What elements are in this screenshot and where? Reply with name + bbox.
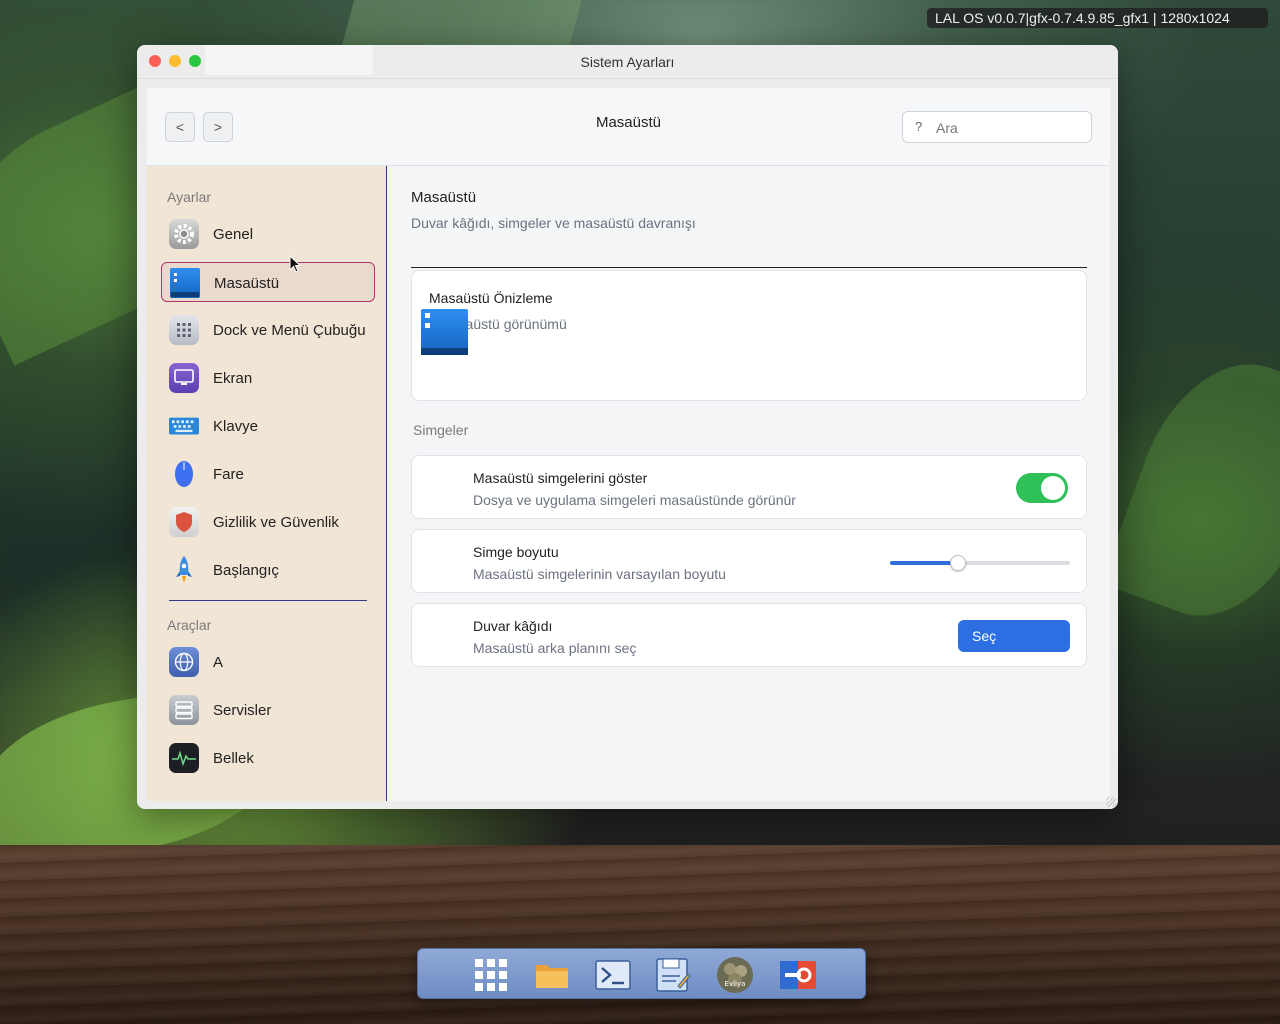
desktop-icon bbox=[170, 268, 200, 298]
evliya-label: Evliya bbox=[724, 980, 746, 988]
toggle-knob bbox=[1041, 476, 1065, 500]
sidebar-divider bbox=[169, 600, 367, 601]
preview-taskbar bbox=[421, 348, 468, 355]
section-title: Masaüstü bbox=[411, 189, 477, 206]
dock-icon bbox=[169, 315, 199, 345]
sidebar-item-mouse[interactable]: Fare bbox=[161, 454, 375, 494]
activity-icon bbox=[169, 743, 199, 773]
sidebar-section-tools: Araçlar bbox=[167, 617, 212, 633]
sidebar-item-keyboard[interactable]: Klavye bbox=[161, 406, 375, 446]
gear-icon bbox=[169, 219, 199, 249]
sidebar-item-label: Klavye bbox=[213, 418, 259, 435]
preview-title: Masaüstü Önizleme bbox=[429, 290, 553, 306]
settings-window: Sistem Ayarları < > Masaüstü ? Ara Ayarl… bbox=[137, 45, 1118, 809]
section-divider bbox=[411, 267, 1087, 268]
sidebar-item-privacy-security[interactable]: Gizlilik ve Güvenlik bbox=[161, 502, 375, 542]
select-wallpaper-button[interactable]: Seç bbox=[958, 620, 1070, 652]
folder-icon[interactable] bbox=[533, 956, 571, 994]
mouse-icon bbox=[169, 459, 199, 489]
sidebar-item-a[interactable]: A bbox=[161, 642, 375, 682]
sidebar-item-label: Fare bbox=[213, 466, 244, 483]
window-titlebar[interactable]: Sistem Ayarları bbox=[137, 45, 1118, 79]
evliya-icon[interactable]: Evliya bbox=[716, 956, 754, 994]
server-icon bbox=[169, 695, 199, 725]
group-label-icons: Simgeler bbox=[413, 422, 469, 438]
search-input[interactable]: ? Ara bbox=[902, 111, 1092, 143]
window-title: Sistem Ayarları bbox=[580, 54, 675, 70]
sidebar-item-label: Genel bbox=[213, 226, 254, 243]
search-icon: ? bbox=[915, 119, 923, 134]
sidebar-item-label: Masaüstü bbox=[214, 275, 280, 292]
sidebar-item-display[interactable]: Ekran bbox=[161, 358, 375, 398]
icon-size-slider[interactable] bbox=[890, 555, 1070, 571]
wallpaper-leaf bbox=[1100, 338, 1280, 642]
sidebar-item-desktop[interactable]: Masaüstü bbox=[161, 262, 375, 302]
dock: Evliya bbox=[417, 948, 866, 999]
setting-row-wallpaper: Duvar kâğıdı Masaüstü arka planını seç S… bbox=[411, 603, 1087, 667]
setting-row-icon-size: Simge boyutu Masaüstü simgelerinin varsa… bbox=[411, 529, 1087, 593]
sidebar-item-startup[interactable]: Başlangıç bbox=[161, 550, 375, 590]
toolbar: < > Masaüstü ? Ara bbox=[147, 88, 1110, 166]
setting-row-show-icons: Masaüstü simgelerini göster Dosya ve uyg… bbox=[411, 455, 1087, 519]
setting-description: Masaüstü simgelerinin varsayılan boyutu bbox=[473, 566, 726, 582]
setting-title: Simge boyutu bbox=[473, 544, 559, 560]
sidebar-item-label: Gizlilik ve Güvenlik bbox=[213, 514, 339, 531]
terminal-icon[interactable] bbox=[594, 956, 632, 994]
main-panel: Masaüstü Duvar kâğıdı, simgeler ve masaü… bbox=[411, 166, 1087, 801]
section-subtitle: Duvar kâğıdı, simgeler ve masaüstü davra… bbox=[411, 215, 696, 231]
shield-icon bbox=[169, 507, 199, 537]
sidebar: Ayarlar Genel Masaüstü Dock ve Menü Çubu… bbox=[147, 166, 387, 801]
window-content: < > Masaüstü ? Ara Ayarlar Genel Masaüst… bbox=[147, 88, 1110, 801]
setting-title: Masaüstü simgelerini göster bbox=[473, 470, 648, 486]
sidebar-item-dock-menubar[interactable]: Dock ve Menü Çubuğu bbox=[161, 310, 375, 350]
slider-handle[interactable] bbox=[950, 555, 967, 571]
sidebar-item-label: Bellek bbox=[213, 750, 254, 767]
desktop-preview-thumbnail bbox=[421, 309, 468, 355]
sidebar-item-memory[interactable]: Bellek bbox=[161, 738, 375, 778]
show-icons-toggle[interactable] bbox=[1016, 473, 1068, 503]
text-editor-icon[interactable] bbox=[654, 956, 692, 994]
setting-description: Masaüstü arka planını seç bbox=[473, 640, 637, 656]
sidebar-item-services[interactable]: Servisler bbox=[161, 690, 375, 730]
sidebar-item-label: A bbox=[213, 654, 224, 671]
desktop-preview-card: Masaüstü Önizleme li masaüstü görünümü bbox=[411, 270, 1087, 401]
sidebar-item-label: Dock ve Menü Çubuğu bbox=[213, 322, 366, 339]
rocket-icon bbox=[169, 555, 199, 585]
setting-title: Duvar kâğıdı bbox=[473, 618, 553, 634]
monitor-icon bbox=[169, 363, 199, 393]
app-grid-icon[interactable] bbox=[472, 956, 510, 994]
sidebar-item-general[interactable]: Genel bbox=[161, 214, 375, 254]
globe-icon bbox=[169, 647, 199, 677]
slider-fill bbox=[890, 561, 959, 565]
sidebar-item-label: Başlangıç bbox=[213, 562, 279, 579]
sidebar-item-label: Servisler bbox=[213, 702, 272, 719]
mouse-cursor-icon bbox=[289, 255, 302, 273]
setting-description: Dosya ve uygulama simgeleri masaüstünde … bbox=[473, 492, 796, 508]
preview-icon-dot bbox=[425, 323, 430, 328]
resize-grip[interactable] bbox=[1106, 797, 1116, 807]
settings-tools-icon[interactable] bbox=[779, 956, 817, 994]
keyboard-icon bbox=[169, 411, 199, 441]
search-placeholder: Ara bbox=[936, 120, 958, 136]
preview-icon-dot bbox=[425, 313, 430, 318]
sidebar-section-settings: Ayarlar bbox=[167, 189, 212, 205]
system-info-label: LAL OS v0.0.7|gfx-0.7.4.9.85_gfx1 | 1280… bbox=[927, 8, 1268, 28]
sidebar-item-label: Ekran bbox=[213, 370, 253, 387]
